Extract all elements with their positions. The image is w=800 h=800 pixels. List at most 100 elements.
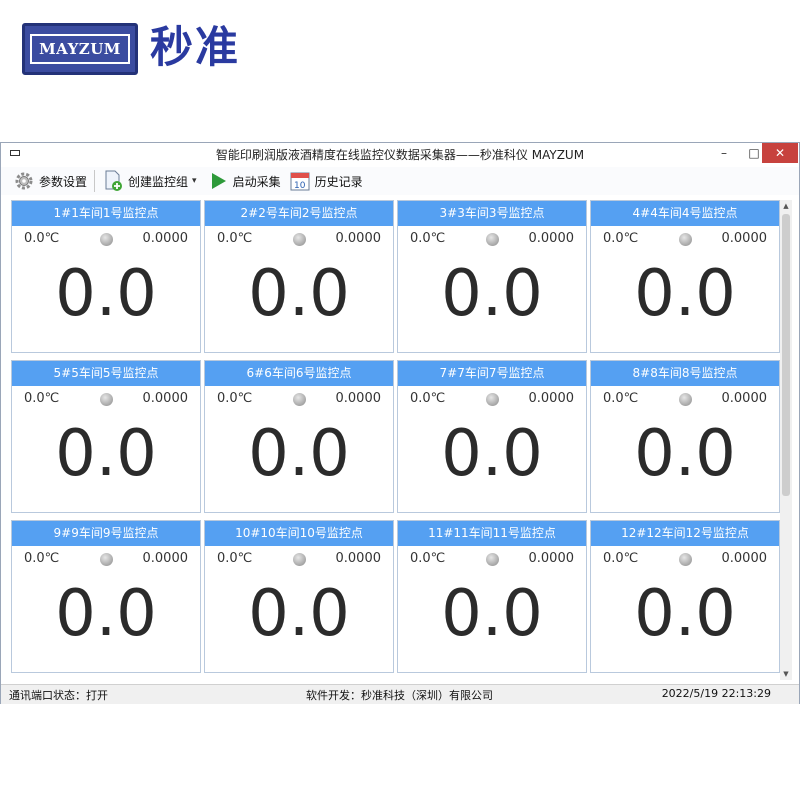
panel-temperature: 0.0℃	[603, 231, 639, 246]
panel-value: 0.0000	[142, 391, 189, 406]
create-group-button[interactable]: 创建监控组 ▾	[98, 168, 203, 194]
panel-temperature: 0.0℃	[24, 391, 60, 406]
brand-name: 秒准	[150, 23, 240, 73]
calendar-icon: 10	[289, 170, 311, 192]
gear-icon	[13, 170, 35, 192]
panel-value: 0.0000	[721, 551, 768, 566]
monitor-grid: 1#1车间1号监控点 0.0℃ 0.0000 0.0 2#2号车间2号监控点 0.0℃ 0.…	[11, 200, 780, 680]
settings-label: 参数设置	[39, 174, 88, 189]
monitor-panel[interactable]: 7#7车间7号监控点 0.0℃ 0.0000 0.0	[397, 360, 587, 513]
status-light-icon	[293, 553, 306, 566]
status-datetime: 2022/5/19 22:13:29	[661, 687, 771, 700]
close-button[interactable]: ✕	[762, 143, 798, 163]
create-group-label: 创建监控组	[128, 174, 189, 189]
panel-value: 0.0000	[528, 231, 575, 246]
panel-value: 0.0000	[721, 231, 768, 246]
panel-temperature: 0.0℃	[217, 231, 253, 246]
monitor-panel[interactable]: 10#10车间10号监控点 0.0℃ 0.0000 0.0	[204, 520, 394, 673]
monitor-panel[interactable]: 3#3车间3号监控点 0.0℃ 0.0000 0.0	[397, 200, 587, 353]
panel-temperature: 0.0℃	[603, 391, 639, 406]
status-bar: 通讯端口状态：打开 软件开发：秒准科技（深圳）有限公司 2022/5/19 22…	[1, 684, 799, 704]
status-light-icon	[679, 393, 692, 406]
panel-value: 0.0000	[721, 391, 768, 406]
panel-reading: 0.0	[248, 577, 350, 651]
panel-info-row: 0.0℃ 0.0000	[205, 386, 393, 412]
panel-title: 5#5车间5号监控点	[12, 361, 200, 386]
panel-value: 0.0000	[142, 231, 189, 246]
panel-info-row: 0.0℃ 0.0000	[12, 546, 200, 572]
panel-title: 7#7车间7号监控点	[398, 361, 586, 386]
start-button[interactable]: 启动采集	[203, 168, 285, 194]
scroll-down-arrow-icon[interactable]: ▼	[780, 668, 792, 680]
panel-value: 0.0000	[528, 551, 575, 566]
panel-reading: 0.0	[55, 257, 157, 331]
title-bar: 智能印刷润版液酒精度在线监控仪数据采集器——秒准科仪 MAYZUM – □ ✕	[1, 143, 799, 165]
panel-reading: 0.0	[634, 257, 736, 331]
panel-info-row: 0.0℃ 0.0000	[591, 546, 779, 572]
history-button[interactable]: 10 历史记录	[285, 168, 367, 194]
panel-value: 0.0000	[335, 231, 382, 246]
monitor-panel[interactable]: 6#6车间6号监控点 0.0℃ 0.0000 0.0	[204, 360, 394, 513]
brand-logo-text: MAYZUM	[30, 34, 130, 64]
start-label: 启动采集	[232, 174, 281, 189]
monitor-panel[interactable]: 2#2号车间2号监控点 0.0℃ 0.0000 0.0	[204, 200, 394, 353]
panel-value: 0.0000	[142, 551, 189, 566]
panel-info-row: 0.0℃ 0.0000	[205, 546, 393, 572]
panel-info-row: 0.0℃ 0.0000	[591, 386, 779, 412]
monitor-panel[interactable]: 9#9车间9号监控点 0.0℃ 0.0000 0.0	[11, 520, 201, 673]
panel-value: 0.0000	[335, 551, 382, 566]
scroll-up-arrow-icon[interactable]: ▲	[780, 200, 792, 212]
panel-title: 2#2号车间2号监控点	[205, 201, 393, 226]
monitor-panel[interactable]: 4#4车间4号监控点 0.0℃ 0.0000 0.0	[590, 200, 780, 353]
toolbar-divider	[94, 170, 96, 192]
panel-reading: 0.0	[55, 577, 157, 651]
panel-reading: 0.0	[248, 257, 350, 331]
status-light-icon	[679, 233, 692, 246]
window-title: 智能印刷润版液酒精度在线监控仪数据采集器——秒准科仪 MAYZUM	[215, 148, 585, 162]
panel-title: 1#1车间1号监控点	[12, 201, 200, 226]
status-light-icon	[486, 393, 499, 406]
monitor-panel[interactable]: 8#8车间8号监控点 0.0℃ 0.0000 0.0	[590, 360, 780, 513]
port-status: 通讯端口状态：打开	[9, 689, 108, 702]
settings-button[interactable]: 参数设置	[9, 168, 91, 194]
status-light-icon	[486, 233, 499, 246]
toolbar: 参数设置 创建监控组 ▾ 启动采集 10 历史记录	[1, 167, 799, 195]
panel-title: 11#11车间11号监控点	[398, 521, 586, 546]
panel-reading: 0.0	[634, 417, 736, 491]
dropdown-arrow-icon[interactable]: ▾	[192, 176, 197, 186]
status-light-icon	[100, 393, 113, 406]
panel-temperature: 0.0℃	[410, 551, 446, 566]
panel-temperature: 0.0℃	[24, 551, 60, 566]
monitor-panel[interactable]: 5#5车间5号监控点 0.0℃ 0.0000 0.0	[11, 360, 201, 513]
new-document-icon	[102, 170, 124, 192]
panel-reading: 0.0	[441, 257, 543, 331]
panel-title: 4#4车间4号监控点	[591, 201, 779, 226]
panel-temperature: 0.0℃	[217, 551, 253, 566]
panel-reading: 0.0	[441, 577, 543, 651]
minimize-button[interactable]: –	[709, 143, 739, 163]
play-icon	[207, 170, 229, 192]
panel-reading: 0.0	[634, 577, 736, 651]
status-light-icon	[100, 233, 113, 246]
history-label: 历史记录	[314, 174, 363, 189]
panel-title: 12#12车间12号监控点	[591, 521, 779, 546]
panel-title: 9#9车间9号监控点	[12, 521, 200, 546]
monitor-panel[interactable]: 1#1车间1号监控点 0.0℃ 0.0000 0.0	[11, 200, 201, 353]
panel-title: 6#6车间6号监控点	[205, 361, 393, 386]
monitor-panel[interactable]: 11#11车间11号监控点 0.0℃ 0.0000 0.0	[397, 520, 587, 673]
panel-temperature: 0.0℃	[24, 231, 60, 246]
panel-info-row: 0.0℃ 0.0000	[398, 226, 586, 252]
panel-title: 3#3车间3号监控点	[398, 201, 586, 226]
panel-info-row: 0.0℃ 0.0000	[205, 226, 393, 252]
panel-reading: 0.0	[441, 417, 543, 491]
panel-reading: 0.0	[55, 417, 157, 491]
brand-logo: MAYZUM	[22, 23, 138, 75]
panel-reading: 0.0	[248, 417, 350, 491]
panel-temperature: 0.0℃	[410, 231, 446, 246]
panel-info-row: 0.0℃ 0.0000	[398, 546, 586, 572]
monitor-panel[interactable]: 12#12车间12号监控点 0.0℃ 0.0000 0.0	[590, 520, 780, 673]
panel-value: 0.0000	[528, 391, 575, 406]
vertical-scrollbar[interactable]: ▲ ▼	[780, 200, 792, 680]
scroll-thumb[interactable]	[782, 214, 790, 496]
svg-text:10: 10	[294, 181, 306, 191]
